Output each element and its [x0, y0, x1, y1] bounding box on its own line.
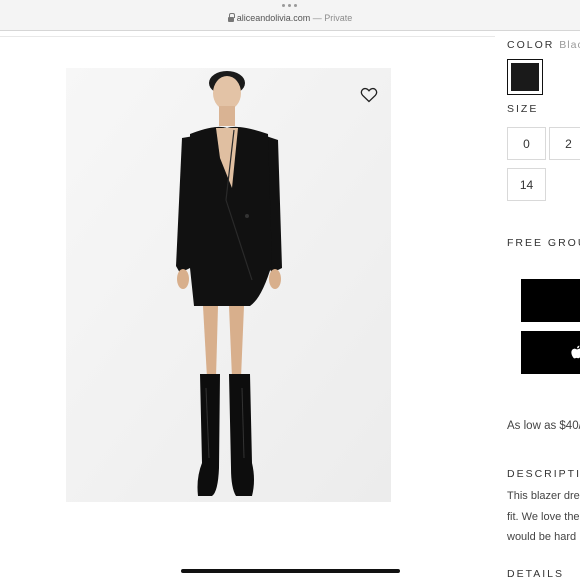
home-indicator[interactable] — [181, 569, 400, 573]
size-option-2[interactable]: 2 — [549, 127, 580, 160]
description-line: would be hard — [507, 531, 577, 543]
heart-icon[interactable] — [360, 87, 378, 103]
color-swatch-fill — [511, 63, 539, 91]
color-value: Black — [559, 39, 580, 51]
description-heading[interactable]: DESCRIPTIC — [507, 468, 580, 480]
color-section-label: COLOR Black — [507, 39, 580, 51]
color-swatch-black[interactable] — [507, 59, 543, 95]
size-option-14[interactable]: 14 — [507, 168, 546, 201]
address-bar[interactable]: aliceandolivia.com — Private — [0, 13, 580, 23]
size-label: SIZE — [507, 103, 539, 115]
financing-text: As low as $40/ — [507, 420, 580, 432]
color-label: COLOR — [507, 39, 555, 51]
product-image[interactable] — [66, 68, 391, 502]
private-label: Private — [324, 13, 353, 23]
apple-icon — [571, 345, 580, 359]
divider — [0, 36, 495, 37]
details-heading[interactable]: DETAILS — [507, 568, 564, 580]
size-option-0[interactable]: 0 — [507, 127, 546, 160]
lock-icon — [227, 13, 235, 22]
description-line: This blazer dre — [507, 490, 580, 502]
url-text: aliceandolivia.com — [236, 13, 311, 23]
tab-handle-dots[interactable] — [282, 4, 297, 7]
add-to-bag-button[interactable] — [521, 279, 580, 322]
browser-toolbar: aliceandolivia.com — Private — [0, 0, 580, 31]
url-separator: — — [310, 13, 325, 23]
model-illustration — [66, 68, 391, 502]
shipping-label: FREE GROUN — [507, 237, 580, 249]
description-line: fit. We love the — [507, 511, 580, 523]
